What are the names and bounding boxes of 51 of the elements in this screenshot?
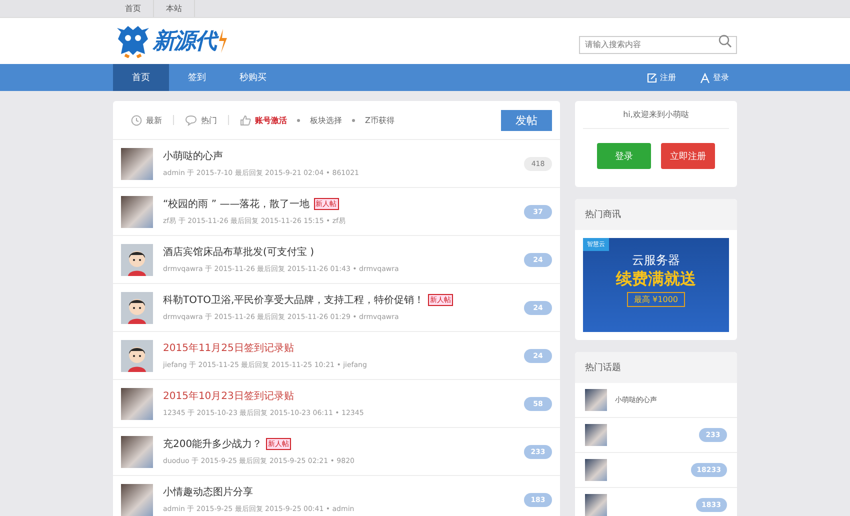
top-link[interactable]: 首页 [113,0,154,17]
edit-icon [647,72,657,82]
thumbnail-photo-placeholder [585,494,607,516]
thread-title[interactable]: 小萌哒的心声 [163,149,223,163]
avatar-photo-placeholder [121,148,153,180]
filter-tab[interactable]: 最新 [131,114,162,126]
nav-tab[interactable]: 签到 [169,64,225,91]
ad-headline: 云服务器 [632,252,680,269]
register-link[interactable]: 注册 [647,64,676,91]
avatar-photo-placeholder [121,484,153,516]
nav-tab[interactable]: 首页 [113,64,169,91]
thread-title[interactable]: 2015年11月25日签到记录贴 [163,341,294,355]
cartoon-avatar-icon [121,292,153,324]
lightning-icon [218,28,228,54]
thread-title[interactable]: 充200能升多少战力？ [163,437,262,451]
clock-icon [131,114,142,126]
chat-bubble-icon [185,114,197,126]
ad-slogan: 续费满就送 [616,269,696,290]
nav-tab[interactable]: 秒购买 [225,64,281,91]
thumbnail-photo-placeholder [585,424,607,446]
thread-title[interactable]: 科勒TOTO卫浴,平民价享受大品牌，支持工程，特价促销！ [163,293,424,307]
thumbs-up-icon [240,114,251,126]
filter-tab[interactable]: 热门 [185,114,217,126]
avatar-photo-placeholder [121,436,153,468]
thread-title[interactable]: 小情趣动态图片分享 [163,485,253,499]
logo[interactable]: 新源代 [115,24,228,58]
filter-tab[interactable]: 账号激活 [240,114,287,126]
thumbnail-photo-placeholder [585,389,607,411]
login-link[interactable]: 登录 [700,64,729,91]
avatar-photo-placeholder [121,388,153,420]
monster-logo-icon [115,24,151,58]
search-field[interactable]: 请输入搜索内容 [579,36,737,54]
thread-title[interactable]: 酒店宾馆床品布草批发(可支付宝 ) [163,245,314,259]
cartoon-avatar-icon [121,244,153,276]
ad-offer: 最高 ¥1000 [627,292,685,307]
new-post-button[interactable]: 发帖 [501,110,552,130]
thumbnail-photo-placeholder [585,459,607,481]
top-link[interactable]: 本站 [154,0,195,17]
welcome-text: hi,欢迎来到小萌哒 [583,109,729,129]
login-button[interactable]: 登录 [597,143,651,169]
card-header: 热门商讯 [575,199,737,230]
register-button[interactable]: 立即注册 [661,143,715,169]
search-icon[interactable] [718,34,732,48]
card-header: 热门话题 [575,352,737,383]
user-icon [700,72,710,82]
filter-tab[interactable]: Z币获得 [365,114,394,126]
thread-title[interactable]: 2015年10月23日签到记录贴 [163,389,294,403]
filter-tab[interactable]: 板块选择 [310,114,342,126]
cartoon-avatar-icon [121,340,153,372]
thread-title[interactable]: “校园的雨 ” ——落花，散了一地 [163,197,310,211]
avatar-photo-placeholder [121,196,153,228]
